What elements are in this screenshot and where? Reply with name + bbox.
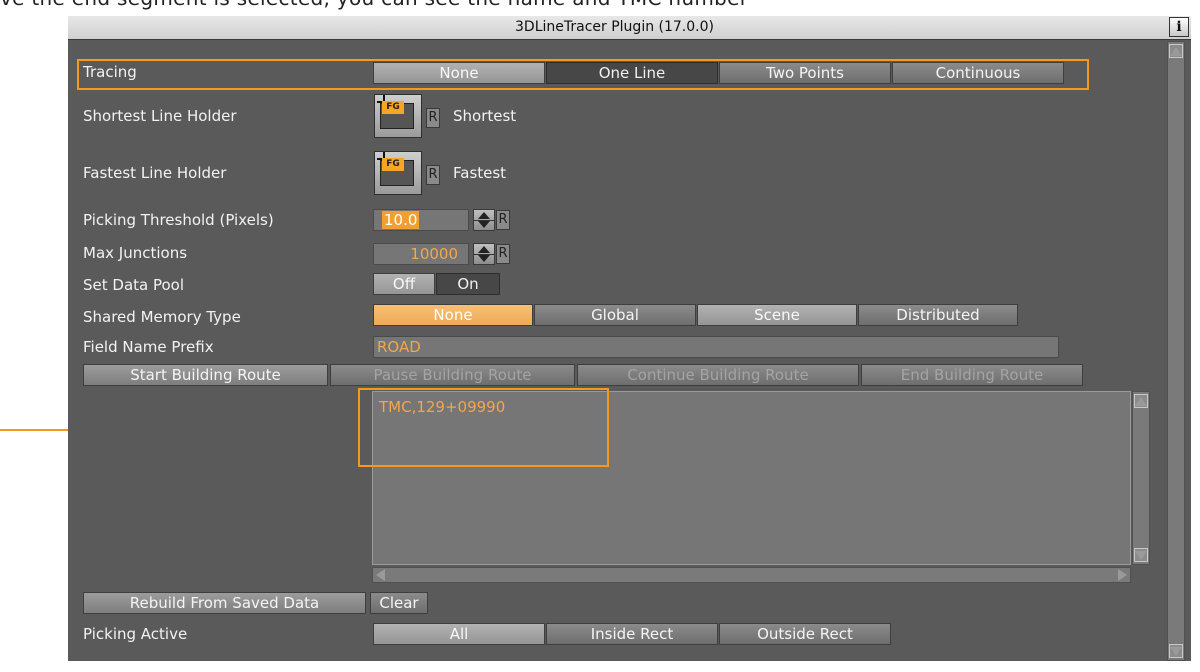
field-prefix-input[interactable]: ROAD bbox=[373, 336, 1059, 358]
plugin-panel: 3DLineTracer Plugin (17.0.0) i Tracing N… bbox=[68, 16, 1191, 661]
picking-all-button[interactable]: All bbox=[373, 623, 545, 645]
scroll-down-icon[interactable] bbox=[1134, 548, 1148, 562]
data-pool-off-button[interactable]: Off bbox=[373, 273, 435, 295]
fastest-reset-button[interactable]: R bbox=[426, 165, 440, 185]
scroll-up-icon[interactable] bbox=[1169, 44, 1183, 58]
shared-memory-label: Shared Memory Type bbox=[83, 308, 241, 326]
info-icon[interactable]: i bbox=[1169, 17, 1189, 37]
shortest-name-label: Shortest bbox=[453, 107, 517, 125]
max-junctions-input[interactable]: 10000 bbox=[373, 243, 469, 265]
shortest-holder-label: Shortest Line Holder bbox=[83, 107, 237, 125]
shortest-reset-button[interactable]: R bbox=[426, 108, 440, 128]
max-junctions-stepper[interactable] bbox=[473, 243, 495, 265]
scroll-down-icon[interactable] bbox=[1169, 644, 1183, 658]
clear-button[interactable]: Clear bbox=[370, 592, 428, 614]
picking-threshold-stepper[interactable] bbox=[473, 209, 495, 231]
picking-inside-rect-button[interactable]: Inside Rect bbox=[546, 623, 718, 645]
scroll-up-icon[interactable] bbox=[1134, 394, 1148, 408]
title-bar: 3DLineTracer Plugin (17.0.0) i bbox=[68, 16, 1191, 40]
fastest-holder-label: Fastest Line Holder bbox=[83, 164, 227, 182]
textarea-vertical-scrollbar[interactable] bbox=[1132, 391, 1150, 565]
picking-outside-rect-button[interactable]: Outside Rect bbox=[719, 623, 891, 645]
tmc-highlight-box bbox=[358, 388, 609, 467]
shared-memory-distributed-button[interactable]: Distributed bbox=[858, 304, 1018, 326]
window-title: 3DLineTracer Plugin (17.0.0) bbox=[515, 19, 714, 35]
start-building-route-button[interactable]: Start Building Route bbox=[83, 364, 328, 386]
max-junctions-reset-button[interactable]: R bbox=[496, 244, 510, 264]
scroll-right-icon[interactable] bbox=[1116, 568, 1127, 581]
shared-memory-none-button[interactable]: None bbox=[373, 304, 533, 326]
max-junctions-label: Max Junctions bbox=[83, 244, 188, 262]
fastest-holder-dropzone[interactable]: FG bbox=[374, 151, 422, 195]
page-top-text-fragment: ve the end segment is selected, you can … bbox=[0, 0, 1200, 16]
picking-threshold-reset-button[interactable]: R bbox=[496, 210, 510, 230]
shortest-holder-dropzone[interactable]: FG bbox=[374, 94, 422, 138]
data-pool-label: Set Data Pool bbox=[83, 276, 185, 294]
fg-tag-icon: FG bbox=[382, 158, 404, 171]
rebuild-from-saved-data-button[interactable]: Rebuild From Saved Data bbox=[83, 592, 366, 614]
page-top-text: ve the end segment is selected, you can … bbox=[0, 0, 748, 10]
picking-active-label: Picking Active bbox=[83, 625, 188, 643]
shared-memory-global-button[interactable]: Global bbox=[534, 304, 696, 326]
field-prefix-label: Field Name Prefix bbox=[83, 338, 214, 356]
pause-building-route-button[interactable]: Pause Building Route bbox=[330, 364, 575, 386]
picking-threshold-label: Picking Threshold (Pixels) bbox=[83, 211, 274, 229]
shared-memory-scene-button[interactable]: Scene bbox=[697, 304, 857, 326]
end-building-route-button[interactable]: End Building Route bbox=[861, 364, 1083, 386]
fastest-name-label: Fastest bbox=[453, 164, 507, 182]
tracing-highlight-box bbox=[77, 59, 1089, 90]
picking-threshold-input[interactable]: 10.0 bbox=[373, 209, 469, 231]
panel-vertical-scrollbar[interactable] bbox=[1167, 41, 1185, 661]
scroll-left-icon[interactable] bbox=[374, 568, 385, 581]
fg-tag-icon: FG bbox=[382, 101, 404, 114]
data-pool-on-button[interactable]: On bbox=[436, 273, 500, 295]
continue-building-route-button[interactable]: Continue Building Route bbox=[577, 364, 859, 386]
textarea-horizontal-scrollbar[interactable] bbox=[372, 567, 1131, 583]
